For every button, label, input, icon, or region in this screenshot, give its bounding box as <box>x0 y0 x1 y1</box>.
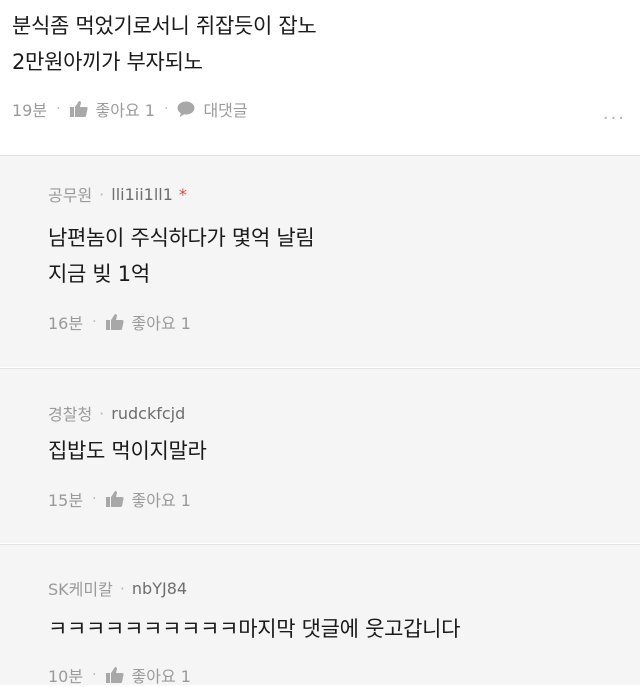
reply-meta: 16분 · 좋아요 1 <box>48 310 191 334</box>
like-button[interactable]: 좋아요 1 <box>105 487 191 511</box>
reply-time: 10분 <box>48 667 84 686</box>
reply-item: 공무원 · lli1ii1ll1 * 남편놈이 주식하다가 몇억 날림 지금 빚… <box>0 156 640 367</box>
reply-meta: 10분 · 좋아요 1 <box>48 663 191 687</box>
thumbs-up-icon <box>105 314 124 330</box>
comment-body-line: 2만원아끼가 부자되노 <box>12 50 203 74</box>
reply-meta: 15분 · 좋아요 1 <box>48 487 191 511</box>
reply-author: 공무원 · lli1ii1ll1 * <box>48 182 187 206</box>
reply-time: 16분 <box>48 314 84 333</box>
like-label: 좋아요 1 <box>131 667 191 686</box>
separator-dot: · <box>92 491 97 507</box>
comment-time: 19분 <box>12 101 48 120</box>
separator-dot: · <box>56 101 61 117</box>
reply-button[interactable]: 대댓글 <box>177 97 248 121</box>
reply-body-line: 지금 빚 1억 <box>48 262 150 286</box>
separator-dot: · <box>163 101 169 117</box>
separator-dot: · <box>99 403 105 423</box>
separator-dot: · <box>92 667 97 683</box>
like-label: 좋아요 1 <box>131 491 191 510</box>
reply-body-line: 집밥도 먹이지말라 <box>48 439 207 463</box>
comment-body-line: 분식좀 먹었기로서니 쥐잡듯이 잡노 <box>12 14 317 38</box>
separator-dot: · <box>119 578 125 598</box>
author-badge: * <box>178 184 187 204</box>
top-comment: 분식좀 먹었기로서니 쥐잡듯이 잡노 2만원아끼가 부자되노 19분 · 좋아요… <box>0 0 640 155</box>
author-org: 경찰청 <box>48 405 93 424</box>
reply-author: SK케미칼 · nbYJ84 <box>48 576 187 600</box>
reply-item: SK케미칼 · nbYJ84 ㅋㅋㅋㅋㅋㅋㅋㅋㅋㅋ마지막 댓글에 웃고갑니다 1… <box>0 544 640 687</box>
separator-dot: · <box>92 314 97 330</box>
like-label: 좋아요 1 <box>95 101 155 120</box>
like-button[interactable]: 좋아요 1 <box>69 97 155 121</box>
author-nickname[interactable]: rudckfcjd <box>111 404 185 423</box>
separator-dot: · <box>99 184 105 204</box>
speech-bubble-icon <box>177 101 195 117</box>
more-options-icon[interactable]: ··· <box>603 108 626 129</box>
reply-author: 경찰청 · rudckfcjd <box>48 401 185 425</box>
reply-label: 대댓글 <box>203 101 248 120</box>
thumbs-up-icon <box>105 667 124 683</box>
comment-meta: 19분 · 좋아요 1 · 대댓글 <box>12 97 248 121</box>
reply-body-line: ㅋㅋㅋㅋㅋㅋㅋㅋㅋㅋ마지막 댓글에 웃고갑니다 <box>48 617 461 641</box>
reply-time: 15분 <box>48 491 84 510</box>
thumbs-up-icon <box>69 101 88 117</box>
reply-item: 경찰청 · rudckfcjd 집밥도 먹이지말라 15분 · 좋아요 1 <box>0 368 640 543</box>
author-nickname[interactable]: nbYJ84 <box>132 579 187 598</box>
author-org: SK케미칼 <box>48 580 113 599</box>
thumbs-up-icon <box>105 491 124 507</box>
like-button[interactable]: 좋아요 1 <box>105 310 191 334</box>
author-org: 공무원 <box>48 186 93 205</box>
author-nickname[interactable]: lli1ii1ll1 <box>111 185 173 204</box>
like-button[interactable]: 좋아요 1 <box>105 663 191 687</box>
like-label: 좋아요 1 <box>131 314 191 333</box>
reply-body-line: 남편놈이 주식하다가 몇억 날림 <box>48 226 315 250</box>
